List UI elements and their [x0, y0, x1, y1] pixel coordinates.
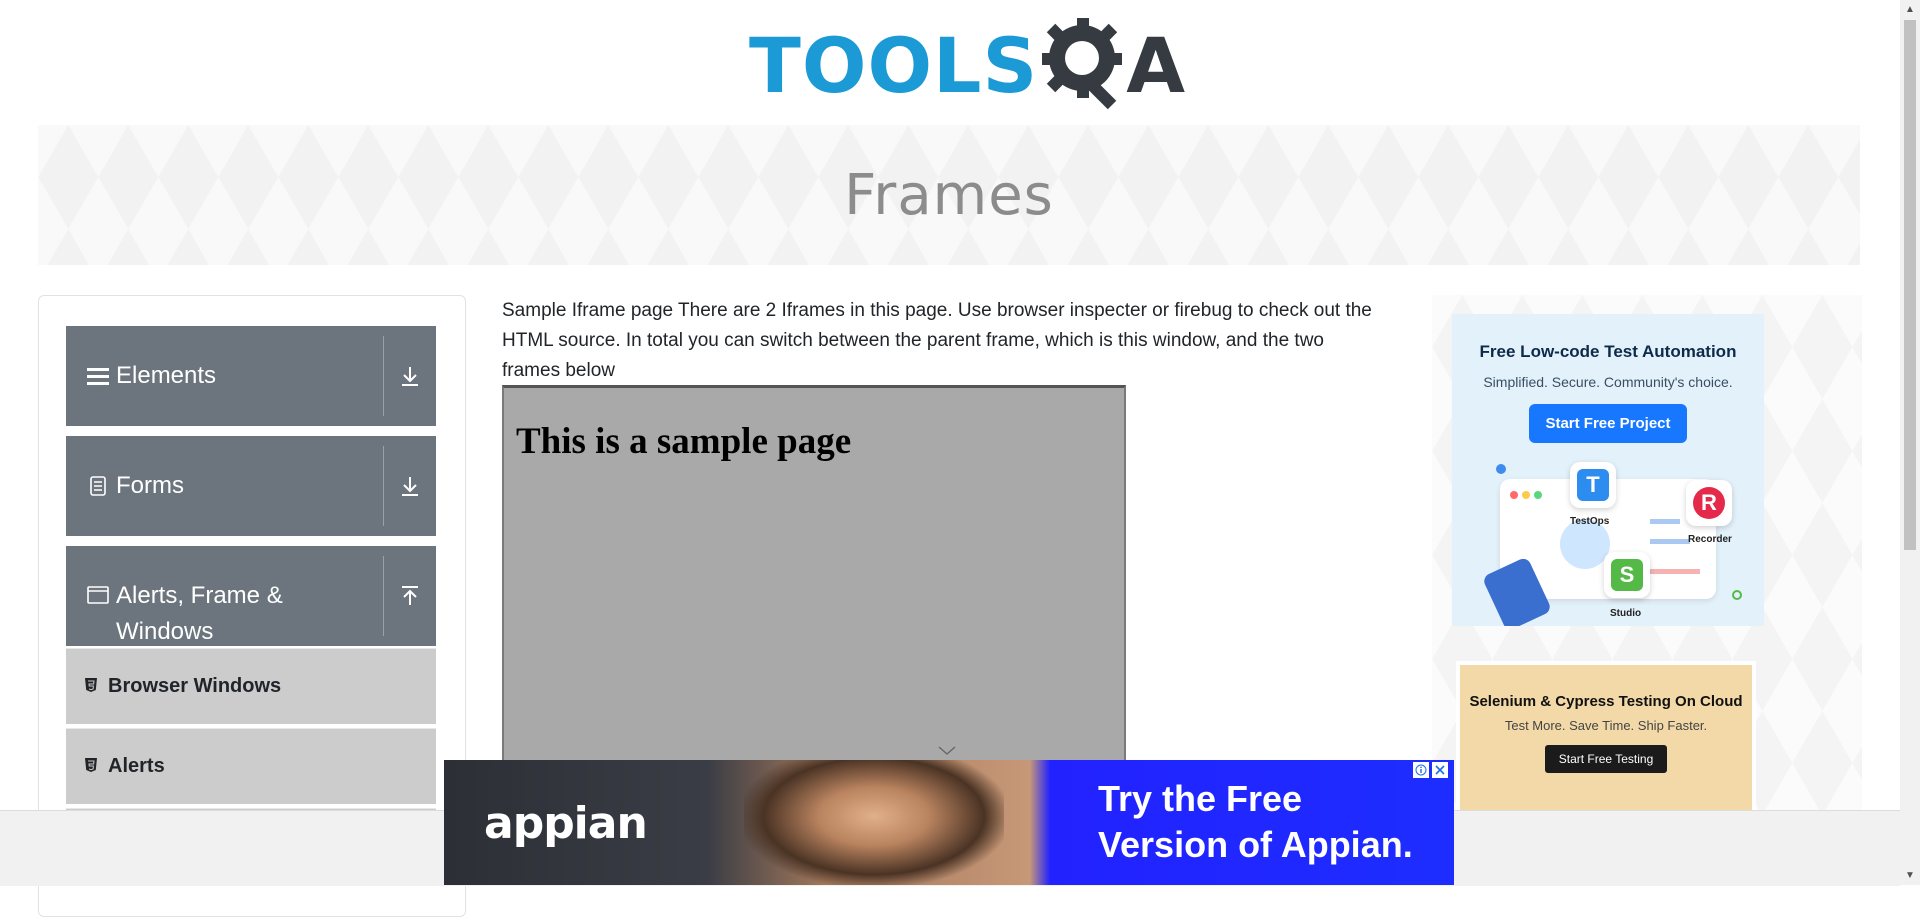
scroll-up-icon[interactable]: ▲	[1905, 4, 1915, 15]
ad-title: Selenium & Cypress Testing On Cloud	[1469, 693, 1743, 710]
sidebar-item-label: Alerts	[108, 755, 165, 777]
hamburger-icon	[86, 366, 110, 386]
sidebar-group-label: Elements	[116, 362, 217, 389]
gear-magnifier-icon	[1042, 18, 1123, 110]
ad-title: Free Low-code Test Automation	[1479, 342, 1737, 361]
adchoices-icon[interactable]	[1413, 762, 1429, 778]
collapse-toggle[interactable]	[383, 556, 436, 636]
sidebar-group-alerts-frame-windows[interactable]: Alerts, Frame & Windows	[66, 546, 436, 646]
page-banner: Frames	[38, 125, 1860, 265]
sidebar-item-alerts[interactable]: Alerts	[66, 728, 436, 804]
recorder-icon: R	[1686, 480, 1732, 526]
page-title: Frames	[844, 162, 1054, 228]
scrollbar-thumb[interactable]	[1904, 20, 1916, 550]
logo-text-a: A	[1126, 20, 1186, 110]
studio-icon: S	[1604, 552, 1650, 598]
toolsqa-logo[interactable]: TOOLS A	[749, 18, 1185, 113]
download-icon	[402, 477, 418, 496]
logo-text-tools: TOOLS	[749, 20, 1039, 110]
appian-logo: appian	[484, 798, 648, 849]
product-label: Recorder	[1688, 534, 1732, 545]
ad-slogan: Try the Free Version of Appian.	[1098, 776, 1413, 868]
katalon-ad[interactable]: Free Low-code Test Automation Simplified…	[1452, 314, 1764, 626]
upload-icon	[402, 586, 418, 605]
ad-subtitle: Simplified. Secure. Community's choice.	[1483, 374, 1733, 390]
start-free-testing-button[interactable]: Start Free Testing	[1544, 745, 1668, 773]
logo-qa-mark: A	[1042, 18, 1185, 113]
ad-person-image	[744, 760, 1004, 885]
lambdatest-ad[interactable]: Selenium & Cypress Testing On Cloud Test…	[1456, 661, 1756, 821]
close-icon[interactable]	[1432, 762, 1448, 778]
frames-description: Sample Iframe page There are 2 Iframes i…	[502, 300, 1372, 381]
sidebar-group-forms[interactable]: Forms	[66, 436, 436, 536]
start-free-project-button[interactable]: Start Free Project	[1529, 404, 1687, 443]
testops-icon: T	[1570, 462, 1616, 508]
document-icon	[86, 476, 110, 496]
appian-ad-banner[interactable]: appian Try the Free Version of Appian.	[444, 760, 1454, 885]
sidebar-group-label: Alerts, Frame & Windows	[116, 582, 283, 645]
iframe-heading: This is a sample page	[516, 421, 852, 462]
product-label: Studio	[1610, 608, 1642, 619]
product-label: TestOps	[1570, 516, 1610, 527]
ad-slogan-line: Version of Appian.	[1098, 824, 1413, 865]
sidebar-group-label: Forms	[116, 472, 184, 499]
window-icon	[86, 586, 110, 604]
scroll-down-icon[interactable]: ▼	[1905, 870, 1915, 881]
html5-icon	[84, 677, 98, 696]
expand-toggle[interactable]	[383, 446, 436, 526]
sidebar-item-browser-windows[interactable]: Browser Windows	[66, 648, 436, 724]
sidebar-item-label: Browser Windows	[108, 675, 282, 697]
sidebar-group-elements[interactable]: Elements	[66, 326, 436, 426]
sample-iframe[interactable]: This is a sample page	[502, 385, 1126, 785]
ad-subtitle: Test More. Save Time. Ship Faster.	[1504, 718, 1708, 733]
html5-icon	[84, 757, 98, 776]
ad-controls	[1413, 762, 1448, 778]
ad-slogan-line: Try the Free	[1098, 778, 1303, 819]
download-icon	[402, 367, 418, 386]
chevron-down-icon	[938, 740, 956, 761]
expand-toggle[interactable]	[383, 336, 436, 416]
